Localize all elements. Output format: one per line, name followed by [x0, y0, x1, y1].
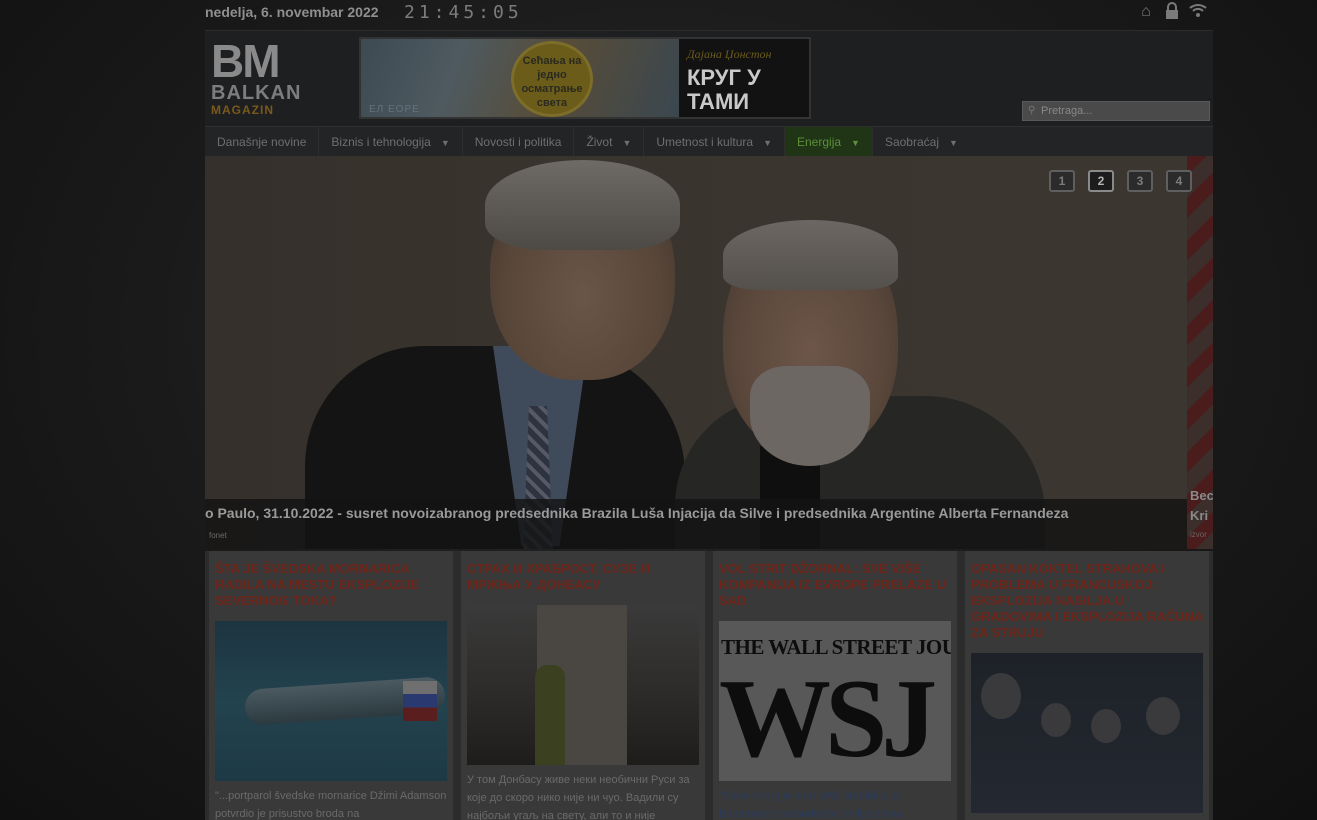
article-excerpt: У том Донбасу живе неки необични Руси за…: [467, 774, 690, 820]
nav-item-label: Biznis i tehnologija: [331, 135, 431, 149]
main-navigation: Današnje novine Biznis i tehnologija ▼ No…: [205, 126, 1213, 157]
chevron-down-icon: ▼: [763, 138, 772, 148]
article-image[interactable]: THE WALL STREET JOURNAL WSJ: [719, 621, 951, 781]
crowd-figure: [1146, 697, 1180, 735]
crowd-figure: [1091, 709, 1121, 743]
nav-item-label: Energija: [797, 135, 842, 149]
chevron-down-icon: ▼: [622, 138, 632, 148]
slide-source: fonet: [209, 531, 227, 540]
search-input[interactable]: ⚲ Pretraga...: [1022, 101, 1210, 121]
slide-page-button[interactable]: 4: [1166, 170, 1192, 192]
slide-caption-bar[interactable]: o Paulo, 31.10.2022 - susret novoizabran…: [205, 499, 1187, 549]
search-icon: ⚲: [1028, 105, 1036, 116]
article-excerpt: "Cene energije su u SAD stabilnije, a Ba…: [719, 790, 902, 820]
site-logo[interactable]: BM BALKAN MAGAZIN: [211, 35, 337, 121]
next-slide-source: izvor: [1190, 530, 1207, 539]
slide-page-button[interactable]: 1: [1049, 170, 1075, 192]
flag-shape: [403, 681, 437, 721]
nav-item-label: Današnje novine: [217, 135, 307, 149]
article-image[interactable]: [215, 621, 447, 781]
top-status-bar: nedelja, 6. novembar 2022 21:45:05 ⌂: [205, 0, 1213, 28]
nav-item-energija[interactable]: Energija ▼: [785, 127, 873, 157]
slide-page-button[interactable]: 2: [1088, 170, 1114, 192]
article-image[interactable]: [971, 653, 1203, 813]
digital-clock: 21:45:05: [404, 2, 523, 23]
crowd-figure: [981, 673, 1021, 719]
wifi-icon[interactable]: [1189, 2, 1207, 22]
lock-icon[interactable]: [1163, 2, 1181, 22]
next-slide-preview[interactable]: Bec Kri izvor: [1187, 156, 1213, 549]
nav-item-label: Život: [586, 135, 613, 149]
site-header: BM BALKAN MAGAZIN Сећања на једно осматр…: [205, 30, 1213, 126]
article-card[interactable]: VOL STRIT DŽORNAL: SVE VIŠE KOMPANIJA IZ…: [713, 551, 957, 820]
article-grid: ŠTA JE ŠVEDSKA MORNARICA RADILA NA MESTU…: [205, 551, 1213, 820]
article-title[interactable]: СТРАХ И ХРАБРОСТ, СУЗЕ И МРЖЊА У ДОНБАСУ: [467, 561, 699, 597]
logo-mark: BM: [211, 35, 281, 87]
wsj-logo: WSJ: [719, 657, 937, 781]
article-card[interactable]: СТРАХ И ХРАБРОСТ, СУЗЕ И МРЖЊА У ДОНБАСУ…: [461, 551, 705, 820]
article-excerpt: "...portparol švedske mornarice Džimi Ad…: [215, 790, 447, 820]
banner-author: Дајана Џонстон: [687, 47, 772, 61]
banner-title: КРУГ У ТАМИ: [687, 65, 761, 114]
article-card[interactable]: OPASAN KOKTEL STRAHOVA I PROBLEMA U FRAN…: [965, 551, 1209, 820]
banner-map-caption: ЕЛ ЕОРЕ: [369, 104, 420, 115]
nav-item-umetnost[interactable]: Umetnost i kultura ▼: [644, 127, 785, 157]
nav-item-biznis[interactable]: Biznis i tehnologija ▼: [319, 127, 463, 157]
article-title[interactable]: OPASAN KOKTEL STRAHOVA I PROBLEMA U FRAN…: [971, 561, 1203, 645]
nav-item-zivot[interactable]: Život ▼: [574, 127, 645, 157]
home-icon[interactable]: ⌂: [1137, 2, 1155, 22]
featured-slider[interactable]: o Paulo, 31.10.2022 - susret novoizabran…: [205, 156, 1213, 549]
photo-figure-left-hair: [485, 160, 680, 250]
chevron-down-icon: ▼: [440, 138, 450, 148]
slide-page-button[interactable]: 3: [1127, 170, 1153, 192]
banner-book-title-panel: Дајана Џонстон КРУГ У ТАМИ: [679, 39, 809, 117]
article-image[interactable]: [467, 605, 699, 765]
nav-item-label: Novosti i politika: [474, 135, 562, 149]
banner-circle-text: Сећања на једно осматрање света: [511, 41, 593, 117]
article-card[interactable]: ŠTA JE ŠVEDSKA MORNARICA RADILA NA MESTU…: [209, 551, 453, 820]
banner-map-image: Сећања на једно осматрање света ЕЛ ЕОРЕ: [361, 39, 679, 117]
chevron-down-icon: ▼: [851, 138, 860, 148]
crowd-figure: [1041, 703, 1071, 737]
slide-caption: o Paulo, 31.10.2022 - susret novoizabran…: [205, 505, 1069, 521]
search-placeholder: Pretraga...: [1041, 105, 1093, 117]
nav-item-saobracaj[interactable]: Saobraćaj ▼: [873, 127, 970, 157]
nav-item-label: Saobraćaj: [884, 135, 939, 149]
logo-name: BALKAN: [211, 82, 302, 104]
top-icons: ⌂: [1137, 2, 1207, 22]
soldier-shape: [535, 665, 565, 765]
chevron-down-icon: ▼: [949, 138, 958, 148]
next-slide-caption: Bec Kri: [1190, 488, 1213, 523]
logo-sub: MAGAZIN: [211, 103, 274, 117]
slide-photo: [205, 156, 1187, 549]
ad-banner[interactable]: Сећања на једно осматрање света ЕЛ ЕОРЕ …: [359, 37, 811, 119]
article-title[interactable]: ŠTA JE ŠVEDSKA MORNARICA RADILA NA MESTU…: [215, 561, 447, 613]
photo-figure-right-hair: [723, 220, 898, 290]
article-title[interactable]: VOL STRIT DŽORNAL: SVE VIŠE KOMPANIJA IZ…: [719, 561, 951, 613]
slide-pager: 1 2 3 4: [1049, 170, 1192, 192]
nav-item-label: Umetnost i kultura: [656, 135, 754, 149]
current-date: nedelja, 6. novembar 2022: [205, 4, 379, 20]
nav-item-novosti[interactable]: Novosti i politika: [463, 127, 575, 157]
nav-item-danasnje-novine[interactable]: Današnje novine: [205, 127, 320, 157]
photo-figure-right-beard: [750, 366, 870, 466]
